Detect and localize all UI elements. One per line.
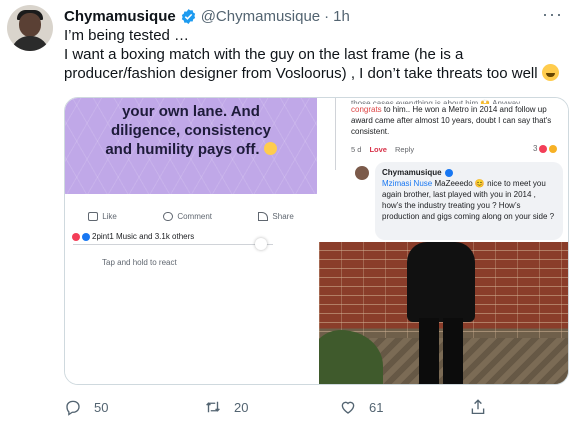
banner-line-3: and humility pays off. (105, 141, 260, 158)
tweet-line-1: I’m being tested … (64, 27, 190, 44)
banner-text: your own lane. And diligence, consistenc… (65, 102, 317, 159)
comment-age: 5 d (351, 145, 362, 154)
comment-1-text: to him.. He won a Metro in 2014 and foll… (351, 105, 552, 136)
share-label: Share (272, 211, 294, 221)
retweet-button[interactable]: 20 (204, 398, 248, 416)
post-actions: Like Comment Share (65, 208, 317, 224)
comment-2-author: Chymamusique (382, 167, 556, 178)
banner-line-1: your own lane. And (122, 103, 260, 120)
comment-react-count: 3 (533, 144, 538, 153)
person-in-suit (401, 242, 481, 384)
comment-1-highlight: congrats (351, 105, 382, 114)
retweet-count: 20 (234, 399, 249, 415)
comment-1-meta: 5 d Love Reply (351, 145, 414, 154)
love-reaction-icon (539, 144, 548, 153)
verified-mini-icon (444, 168, 453, 177)
reaction-count: 2pint1 Music and 3.1k others (92, 232, 195, 241)
comment-2-avatar (355, 166, 369, 180)
comment-2-mention: Mzimasi Nuse (382, 179, 433, 188)
like-button[interactable]: 61 (339, 398, 383, 416)
tweet-actions: 50 20 61 (64, 398, 494, 418)
share-icon (258, 211, 269, 221)
share-upload-icon (471, 399, 485, 415)
avatar-face (19, 13, 41, 37)
haha-reaction-icon (549, 144, 558, 153)
banner-line-2: diligence, consistency (110, 122, 272, 139)
comment-1-body: congrats to him.. He won a Metro in 2014… (351, 104, 563, 137)
media-panel-post[interactable]: your own lane. And diligence, consistenc… (65, 98, 317, 240)
comment-action[interactable]: Comment (163, 211, 212, 221)
comment-1: those cases everything is about him 🙌 An… (351, 98, 563, 137)
comment-icon (163, 211, 174, 221)
like-count: 61 (369, 399, 384, 415)
media-panel-comments[interactable]: those cases everything is about him 🙌 An… (319, 98, 568, 240)
tweet-line-2: I want a boxing match with the guy on th… (64, 45, 569, 83)
love-link[interactable]: Love (369, 145, 387, 154)
thread-line (335, 98, 336, 170)
comment-2-name: Chymamusique (382, 168, 442, 177)
hold-hint: Tap and hold to react (102, 258, 177, 267)
retweet-icon (206, 401, 220, 413)
timestamp[interactable]: 1h (333, 8, 350, 25)
reaction-slider-track (73, 244, 273, 245)
comment-2: Chymamusique Mzimasi Nuse MaZeeedo 😊 nic… (375, 162, 563, 240)
like-label: Like (102, 211, 117, 221)
comment-label: Comment (177, 211, 212, 221)
avatar[interactable] (7, 5, 53, 51)
like-action[interactable]: Like (88, 211, 117, 221)
media-panel-photo[interactable] (319, 242, 568, 384)
love-reaction-icon (72, 232, 80, 241)
more-options-icon[interactable]: ··· (542, 4, 563, 25)
reaction-summary: 2pint1 Music and 3.1k others (72, 232, 194, 241)
thinking-emoji-icon (263, 142, 277, 155)
sweat-smile-emoji-icon (541, 64, 559, 81)
post-banner: your own lane. And diligence, consistenc… (65, 98, 317, 194)
media-panel-reactions[interactable]: 2pint1 Music and 3.1k others Tap and hol… (65, 228, 317, 384)
comment-2-body: Mzimasi Nuse MaZeeedo 😊 nice to meet you… (382, 178, 556, 222)
reaction-slider-knob (255, 238, 267, 250)
tweet-line-2-text: I want a boxing match with the guy on th… (64, 46, 538, 82)
share-action[interactable]: Share (258, 211, 294, 221)
banner-line-3-wrap: and humility pays off. (65, 140, 317, 159)
heart-icon (341, 401, 355, 414)
reply-icon (66, 400, 80, 416)
person-leg-left (419, 318, 439, 384)
reply-button[interactable]: 50 (64, 398, 108, 416)
share-button[interactable] (469, 398, 487, 416)
person-leg-right (443, 318, 463, 384)
display-name[interactable]: Chymamusique (64, 8, 176, 25)
avatar-shirt (11, 36, 49, 51)
verified-badge-icon (181, 8, 195, 24)
separator-dot: · (324, 7, 330, 25)
tweet-media-grid[interactable]: your own lane. And diligence, consistenc… (64, 97, 569, 385)
thumbs-up-icon (88, 211, 99, 221)
reply-link[interactable]: Reply (395, 145, 414, 154)
like-reaction-icon (82, 232, 90, 241)
person-torso (407, 242, 475, 322)
comment-1-reactions: 3 (533, 144, 558, 153)
reply-count: 50 (94, 399, 109, 415)
tweet-text: I’m being tested … I want a boxing match… (64, 26, 569, 83)
tweet-header: Chymamusique @Chymamusique · 1h ··· (64, 4, 563, 26)
user-handle[interactable]: @Chymamusique (201, 8, 320, 25)
